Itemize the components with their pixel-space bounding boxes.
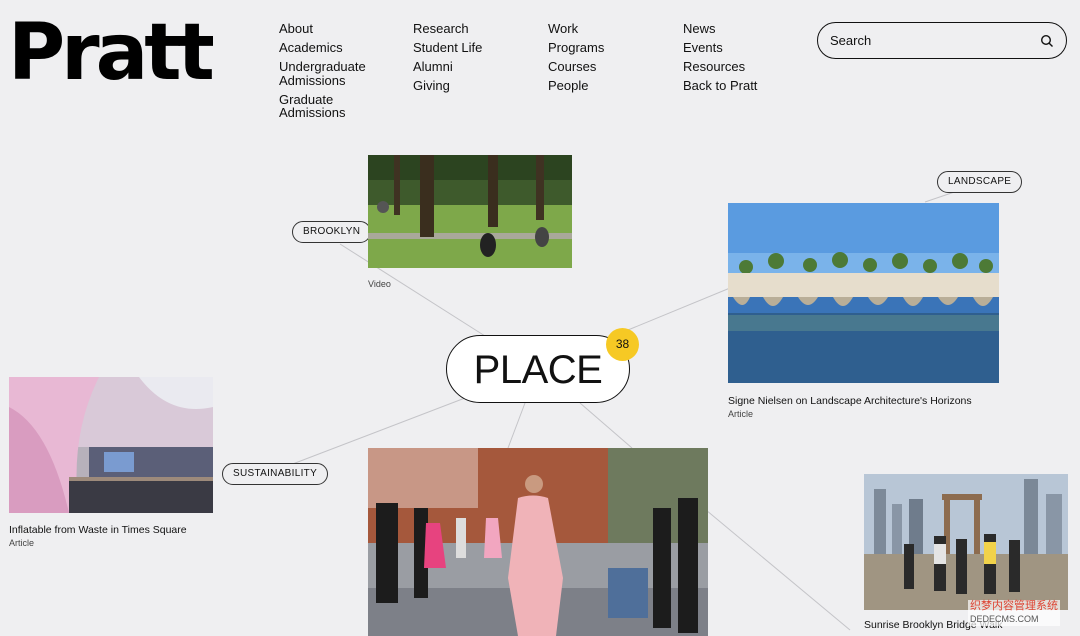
landscape-article-title[interactable]: Signe Nielsen on Landscape Architecture'… <box>728 395 972 407</box>
watermark: 织梦内容管理系统 DEDECMS.COM <box>968 600 1060 626</box>
landscape-article-caption[interactable]: Signe Nielsen on Landscape Architecture'… <box>728 395 972 419</box>
watermark-line-2: DEDECMS.COM <box>970 614 1039 624</box>
inflatable-article-type: Article <box>9 538 35 548</box>
inflatable-article-caption[interactable]: Inflatable from Waste in Times Square Ar… <box>9 524 187 548</box>
landscape-article-type: Article <box>728 409 754 419</box>
inflatable-article-title[interactable]: Inflatable from Waste in Times Square <box>9 524 187 536</box>
tag-brooklyn[interactable]: BROOKLYN <box>292 221 372 243</box>
inflatable-article-image[interactable] <box>9 377 213 513</box>
park-video-image[interactable] <box>368 155 572 268</box>
watermark-line-1: 织梦内容管理系统 <box>970 600 1058 612</box>
tag-sustainability[interactable]: SUSTAINABILITY <box>222 463 329 485</box>
runway-image[interactable] <box>368 448 708 636</box>
bridge-walk-image[interactable] <box>864 474 1068 610</box>
place-hub[interactable]: PLACE <box>446 335 630 403</box>
tag-landscape[interactable]: LANDSCAPE <box>937 171 1023 193</box>
park-video-type: Video <box>368 279 391 289</box>
place-count-badge: 38 <box>606 328 639 361</box>
park-video-caption: Video <box>368 277 391 289</box>
landscape-article-image[interactable] <box>728 203 999 383</box>
